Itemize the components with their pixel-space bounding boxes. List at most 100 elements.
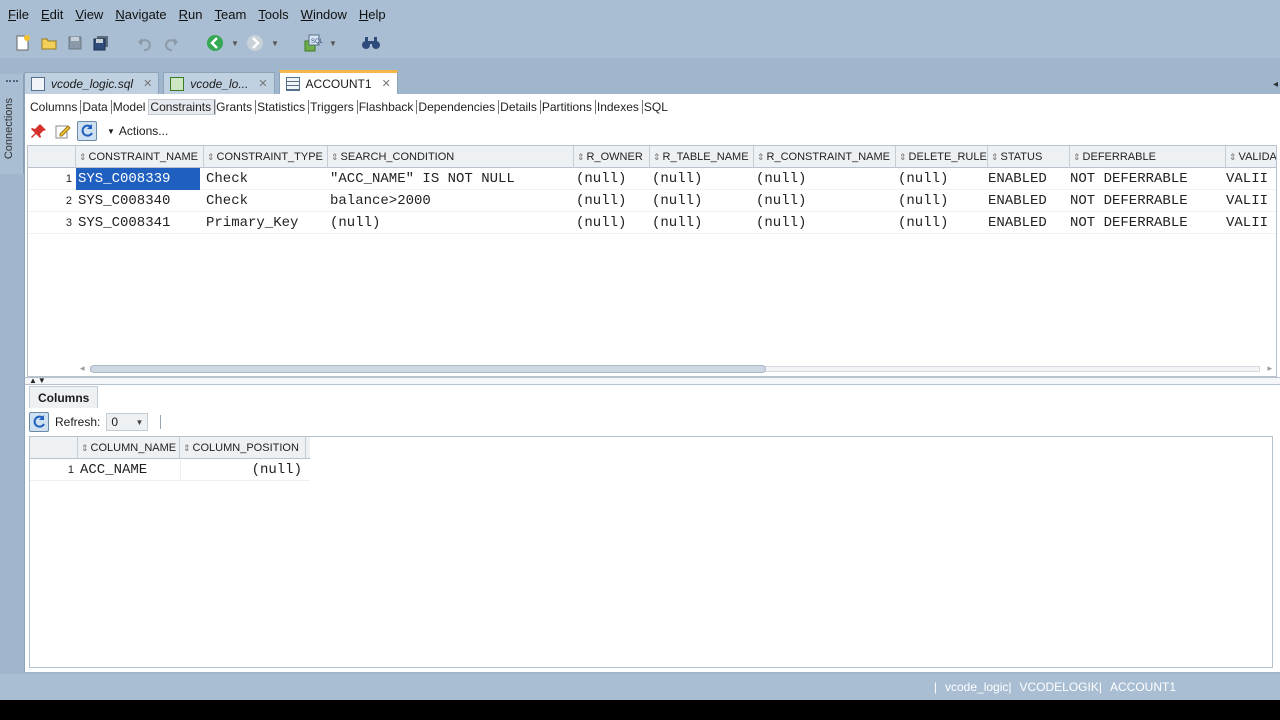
cell-constraint-type[interactable]: Primary_Key: [204, 212, 328, 234]
save-all-icon[interactable]: [90, 32, 112, 54]
col-header-validated[interactable]: ⇕ VALIDA: [1226, 146, 1276, 168]
tab-vcode-logic-sql[interactable]: vcode_logic.sql ✕: [24, 72, 160, 94]
tab-vcode-lo[interactable]: vcode_lo... ✕: [163, 72, 275, 94]
sql-worksheet-dropdown-icon[interactable]: ▼: [328, 32, 338, 54]
cell-r-table-name[interactable]: (null): [650, 190, 754, 212]
redo-icon[interactable]: [160, 32, 182, 54]
menu-file[interactable]: File: [4, 7, 37, 22]
table-row[interactable]: 2 SYS_C008340 Check balance>2000 (null) …: [28, 190, 1276, 212]
new-file-icon[interactable]: [12, 32, 34, 54]
cell-r-table-name[interactable]: (null): [650, 212, 754, 234]
columns-detail-tab[interactable]: Columns: [29, 386, 99, 408]
connections-rail[interactable]: Connections: [0, 74, 24, 174]
subtab-partitions[interactable]: Partitions: [541, 100, 596, 114]
col-header-column-position[interactable]: ⇕ COLUMN_POSITION: [180, 437, 306, 459]
split-pane-divider[interactable]: ▲▼: [25, 376, 1280, 385]
cell-constraint-type[interactable]: Check: [204, 168, 328, 190]
menu-run[interactable]: Run: [175, 7, 211, 22]
menu-team[interactable]: Team: [211, 7, 255, 22]
cell-validated[interactable]: VALII: [1224, 190, 1276, 212]
col-header-delete-rule[interactable]: ⇕ DELETE_RULE: [896, 146, 988, 168]
cell-search-condition[interactable]: balance>2000: [328, 190, 574, 212]
cell-deferrable[interactable]: NOT DEFERRABLE: [1068, 168, 1226, 190]
subtab-triggers[interactable]: Triggers: [309, 100, 358, 114]
constraint-columns-grid[interactable]: ⇕ COLUMN_NAME ⇕ COLUMN_POSITION 1 ACC_NAME…: [29, 436, 1273, 668]
connections-label[interactable]: Connections: [3, 98, 15, 159]
cell-constraint-name[interactable]: SYS_C008341: [76, 212, 204, 234]
edit-icon[interactable]: [53, 121, 73, 141]
cell-r-owner[interactable]: (null): [574, 212, 650, 234]
close-icon[interactable]: ✕: [382, 77, 391, 90]
subtab-details[interactable]: Details: [499, 100, 541, 114]
menu-window[interactable]: Window: [297, 7, 355, 22]
subtab-grants[interactable]: Grants: [215, 100, 257, 114]
menu-navigate[interactable]: Navigate: [111, 7, 174, 22]
refresh-interval-select[interactable]: 0 ▼: [106, 413, 149, 431]
refresh-icon[interactable]: [77, 121, 97, 141]
cell-validated[interactable]: VALII: [1224, 168, 1276, 190]
col-header-constraint-type[interactable]: ⇕ CONSTRAINT_TYPE: [204, 146, 328, 168]
cell-r-constraint-name[interactable]: (null): [754, 168, 896, 190]
menu-help[interactable]: Help: [355, 7, 394, 22]
cell-delete-rule[interactable]: (null): [896, 212, 988, 234]
refresh-icon[interactable]: [29, 412, 49, 432]
cell-column-name[interactable]: ACC_NAME: [78, 459, 180, 481]
subtab-indexes[interactable]: Indexes: [596, 100, 643, 114]
cell-validated[interactable]: VALII: [1224, 212, 1276, 234]
save-icon[interactable]: [64, 32, 86, 54]
forward-dropdown-icon[interactable]: ▼: [270, 32, 280, 54]
subtab-statistics[interactable]: Statistics: [256, 100, 310, 114]
table-row[interactable]: 1 SYS_C008339 Check "ACC_NAME" IS NOT NU…: [28, 168, 1276, 190]
menu-tools[interactable]: Tools: [254, 7, 296, 22]
forward-icon[interactable]: [244, 32, 266, 54]
col-header-r-constraint-name[interactable]: ⇕ R_CONSTRAINT_NAME: [754, 146, 896, 168]
pin-icon[interactable]: [29, 121, 49, 141]
col-header-r-owner[interactable]: ⇕ R_OWNER: [574, 146, 650, 168]
actions-dropdown[interactable]: ▼ Actions...: [107, 124, 168, 138]
cell-deferrable[interactable]: NOT DEFERRABLE: [1068, 190, 1226, 212]
subtab-constraints[interactable]: Constraints: [148, 99, 217, 115]
cell-constraint-name[interactable]: SYS_C008339: [76, 168, 200, 190]
menu-edit[interactable]: Edit: [37, 7, 71, 22]
cell-search-condition[interactable]: "ACC_NAME" IS NOT NULL: [328, 168, 574, 190]
cell-status[interactable]: ENABLED: [986, 190, 1070, 212]
close-icon[interactable]: ✕: [258, 77, 267, 90]
cell-r-constraint-name[interactable]: (null): [754, 212, 896, 234]
splitter-arrows-icon[interactable]: ▲▼: [29, 376, 47, 385]
cell-r-table-name[interactable]: (null): [650, 168, 754, 190]
rail-grip[interactable]: [6, 80, 18, 86]
cell-delete-rule[interactable]: (null): [896, 190, 988, 212]
horizontal-scrollbar[interactable]: ◂ ▸: [80, 363, 1272, 375]
col-header-r-table-name[interactable]: ⇕ R_TABLE_NAME: [650, 146, 754, 168]
scroll-left-icon[interactable]: ◂: [80, 363, 85, 374]
col-header-status[interactable]: ⇕ STATUS: [988, 146, 1070, 168]
back-dropdown-icon[interactable]: ▼: [230, 32, 240, 54]
cell-status[interactable]: ENABLED: [986, 168, 1070, 190]
cell-constraint-name[interactable]: SYS_C008340: [76, 190, 204, 212]
cell-constraint-type[interactable]: Check: [204, 190, 328, 212]
subtab-model[interactable]: Model: [112, 100, 150, 114]
subtab-data[interactable]: Data: [81, 100, 112, 114]
back-icon[interactable]: [204, 32, 226, 54]
cell-delete-rule[interactable]: (null): [896, 168, 988, 190]
scroll-right-icon[interactable]: ▸: [1267, 363, 1272, 374]
tab-account1[interactable]: ACCOUNT1 ✕: [278, 70, 398, 94]
undo-icon[interactable]: [134, 32, 156, 54]
close-icon[interactable]: ✕: [143, 77, 152, 90]
cell-status[interactable]: ENABLED: [986, 212, 1070, 234]
subtab-columns[interactable]: Columns: [29, 100, 82, 114]
tab-list-chevron-icon[interactable]: ◂: [1273, 79, 1278, 90]
subtab-dependencies[interactable]: Dependencies: [417, 100, 500, 114]
open-folder-icon[interactable]: [38, 32, 60, 54]
cell-search-condition[interactable]: (null): [328, 212, 574, 234]
menu-view[interactable]: View: [71, 7, 111, 22]
scroll-thumb[interactable]: [90, 365, 766, 373]
col-header-column-name[interactable]: ⇕ COLUMN_NAME: [78, 437, 180, 459]
sql-worksheet-icon[interactable]: SQL: [302, 32, 324, 54]
cell-deferrable[interactable]: NOT DEFERRABLE: [1068, 212, 1226, 234]
cell-column-position[interactable]: (null): [180, 459, 304, 481]
cell-r-constraint-name[interactable]: (null): [754, 190, 896, 212]
col-header-deferrable[interactable]: ⇕ DEFERRABLE: [1070, 146, 1226, 168]
table-row[interactable]: 1 ACC_NAME (null): [30, 459, 310, 481]
constraints-grid[interactable]: ⇕ CONSTRAINT_NAME ⇕ CONSTRAINT_TYPE ⇕ SEARC…: [27, 145, 1277, 377]
